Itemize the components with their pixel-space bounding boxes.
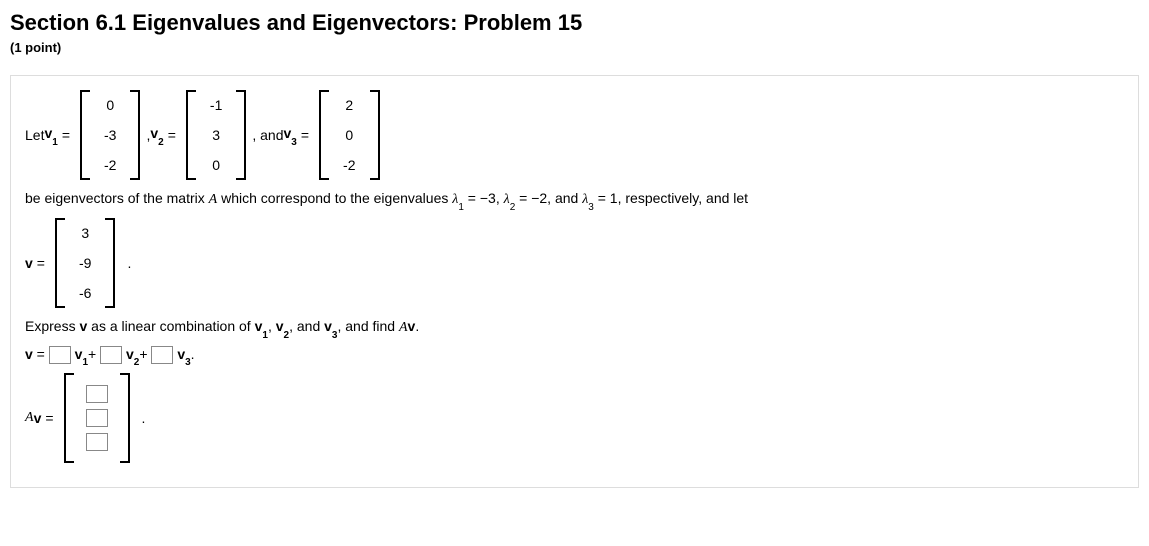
A-symbol: A [25, 410, 34, 426]
v-1: -9 [79, 256, 91, 270]
equals: = [58, 127, 74, 143]
coeff-v1-input[interactable] [49, 346, 71, 364]
vector-av-inputs [64, 373, 130, 463]
let-label: Let v1 = [25, 125, 74, 145]
v1-1: -3 [104, 128, 116, 142]
vectors-definition-row: Let v1 = 0 -3 -2 , v2 = -1 3 0 [25, 90, 1124, 180]
coeff-v2-input[interactable] [100, 346, 122, 364]
page-title: Section 6.1 Eigenvalues and Eigenvectors… [10, 10, 1139, 36]
v2-1: 3 [210, 128, 222, 142]
av-0-input[interactable] [86, 385, 108, 403]
vector-v1: 0 -3 -2 [80, 90, 140, 180]
v-0: 3 [79, 226, 91, 240]
av-2-input[interactable] [86, 433, 108, 451]
v-definition-row: v = 3 -9 -6 . [25, 218, 1124, 308]
coeff-v3-input[interactable] [151, 346, 173, 364]
vector-v2: -1 3 0 [186, 90, 246, 180]
v1-0: 0 [104, 98, 116, 112]
v3-1: 0 [343, 128, 355, 142]
v3-2: -2 [343, 158, 355, 172]
problem-body: Let v1 = 0 -3 -2 , v2 = -1 3 0 [10, 75, 1139, 488]
period: . [127, 255, 131, 271]
eigenvalue-sentence: be eigenvectors of the matrix A which co… [25, 190, 1124, 210]
v2-2: 0 [210, 158, 222, 172]
av-1-input[interactable] [86, 409, 108, 427]
av-row: Av = . [25, 373, 1124, 463]
text: Let [25, 127, 44, 143]
v1-2: -2 [104, 158, 116, 172]
v-symbol-2: v [34, 410, 42, 426]
v3-0: 2 [343, 98, 355, 112]
period-2: . [142, 410, 146, 426]
express-sentence: Express v as a linear combination of v1,… [25, 318, 1124, 338]
v3-label: , and v3 = [252, 125, 313, 145]
v-2: -6 [79, 286, 91, 300]
v-symbol: v [25, 255, 33, 271]
vector-v: 3 -9 -6 [55, 218, 115, 308]
points-label: (1 point) [10, 40, 1139, 55]
linear-combination-row: v = v1+ v2+ v3. [25, 346, 1124, 366]
v2-label: , v2 = [146, 125, 179, 145]
v1-symbol: v1 [44, 125, 57, 145]
vector-v3: 2 0 -2 [319, 90, 379, 180]
v2-0: -1 [210, 98, 222, 112]
